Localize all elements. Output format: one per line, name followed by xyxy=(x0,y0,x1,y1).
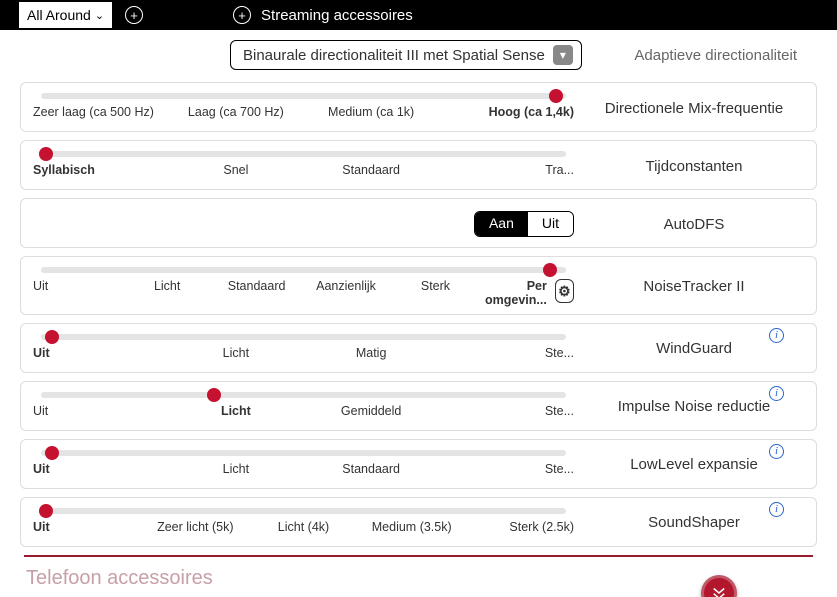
slider-impulse-noise[interactable] xyxy=(41,392,566,398)
row-soundshaper: Uit Zeer licht (5k) Licht (4k) Medium (3… xyxy=(20,497,817,547)
tick-label: Uit xyxy=(33,462,168,476)
streaming-accessories-label: Streaming accessoires xyxy=(261,7,413,24)
tick-label: Licht xyxy=(122,279,211,293)
tick-label: Gemiddeld xyxy=(304,404,439,418)
info-icon[interactable]: i xyxy=(769,386,784,401)
row-title-text: LowLevel expansie xyxy=(630,456,758,473)
slider-lowlevel[interactable] xyxy=(41,450,566,456)
row-title: NoiseTracker II xyxy=(584,265,804,308)
tick-label: Snel xyxy=(168,163,303,177)
slider-thumb[interactable] xyxy=(549,89,563,103)
row-title: WindGuard i xyxy=(584,332,804,366)
autodfs-toggle[interactable]: Aan Uit xyxy=(474,211,574,237)
tick-label: Matig xyxy=(304,346,439,360)
tick-label: Licht xyxy=(168,404,303,418)
slider-thumb[interactable] xyxy=(207,388,221,402)
tick-label: Zeer laag (ca 500 Hz) xyxy=(33,105,168,119)
slider-thumb[interactable] xyxy=(39,504,53,518)
tick-label: Zeer licht (5k) xyxy=(141,520,249,534)
tick-label: Ste... xyxy=(439,346,574,360)
tick-label-text: Per omgevin... xyxy=(480,279,547,308)
chevron-down-icon: ⌄ xyxy=(95,9,104,22)
tick-label: Uit xyxy=(33,404,168,418)
slider-windguard[interactable] xyxy=(41,334,566,340)
row-lowlevel-expansion: Uit Licht Standaard Ste... LowLevel expa… xyxy=(20,439,817,489)
row-time-constants: Syllabisch Snel Standaard Tra... Tijdcon… xyxy=(20,140,817,190)
row-title: SoundShaper i xyxy=(584,506,804,540)
add-program-button-1[interactable]: + xyxy=(125,6,143,24)
row-title-text: Impulse Noise reductie xyxy=(618,398,771,415)
tick-label: Licht xyxy=(168,346,303,360)
row-title: Impulse Noise reductie i xyxy=(584,390,804,424)
tick-label: Ste... xyxy=(439,404,574,418)
directionality-mode-value: Binaurale directionaliteit III met Spati… xyxy=(243,47,545,64)
row-autodfs: Aan Uit AutoDFS xyxy=(20,198,817,248)
add-program-button-2[interactable]: + xyxy=(233,6,251,24)
slider-thumb[interactable] xyxy=(39,147,53,161)
gear-icon: ⚙ xyxy=(558,283,571,299)
top-bar: All Around ⌄ + + Streaming accessoires xyxy=(0,0,837,30)
slider-soundshaper[interactable] xyxy=(41,508,566,514)
directionality-mode-dropdown[interactable]: Binaurale directionaliteit III met Spati… xyxy=(230,40,582,70)
tick-label: Hoog (ca 1,4k) xyxy=(439,105,574,119)
info-icon[interactable]: i xyxy=(769,502,784,517)
tick-label: Standaard xyxy=(212,279,301,293)
tick-label: Syllabisch xyxy=(33,163,168,177)
row-title: LowLevel expansie i xyxy=(584,448,804,482)
tick-label: Uit xyxy=(33,279,122,293)
adaptive-directionality-label: Adaptieve directionaliteit xyxy=(634,47,817,64)
tick-label: Standaard xyxy=(304,163,439,177)
tick-label: Laag (ca 700 Hz) xyxy=(168,105,303,119)
row-title: Tijdconstanten xyxy=(584,149,804,183)
slider-thumb[interactable] xyxy=(543,263,557,277)
toggle-off-label: Uit xyxy=(528,212,573,236)
tick-label: Standaard xyxy=(304,462,439,476)
tick-label: Sterk (2.5k) xyxy=(466,520,574,534)
dropdown-arrow-icon: ▾ xyxy=(553,45,573,65)
tick-label: Tra... xyxy=(439,163,574,177)
row-title: Directionele Mix-frequentie xyxy=(584,91,804,125)
slider-thumb[interactable] xyxy=(45,446,59,460)
tick-label: Ste... xyxy=(439,462,574,476)
tick-label: Medium (3.5k) xyxy=(358,520,466,534)
toggle-on-label: Aan xyxy=(475,212,528,236)
info-icon[interactable]: i xyxy=(769,328,784,343)
tab-all-around[interactable]: All Around ⌄ xyxy=(18,1,113,29)
noisetracker-settings-button[interactable]: ⚙ xyxy=(555,279,574,303)
tick-label: Uit xyxy=(33,520,141,534)
double-chevron-down-icon xyxy=(710,584,728,597)
tick-label: Uit xyxy=(33,346,168,360)
tick-label: Licht (4k) xyxy=(249,520,357,534)
info-icon[interactable]: i xyxy=(769,444,784,459)
row-title: AutoDFS xyxy=(584,207,804,241)
tick-label: Medium (ca 1k) xyxy=(304,105,439,119)
row-impulse-noise: Uit Licht Gemiddeld Ste... Impulse Noise… xyxy=(20,381,817,431)
slider-mix-frequency[interactable] xyxy=(41,93,566,99)
slider-thumb[interactable] xyxy=(45,330,59,344)
slider-noisetracker[interactable] xyxy=(41,267,566,273)
tick-label: Aanzienlijk xyxy=(301,279,390,293)
row-mix-frequency: Zeer laag (ca 500 Hz) Laag (ca 700 Hz) M… xyxy=(20,82,817,132)
section-phone-accessories-title: Telefoon accessoires xyxy=(20,557,817,590)
tick-label: Per omgevin... ⚙ xyxy=(480,279,574,308)
tick-label: Licht xyxy=(168,462,303,476)
directionality-header-row: Binaurale directionaliteit III met Spati… xyxy=(20,40,817,70)
tick-label: Sterk xyxy=(391,279,480,293)
slider-time-constants[interactable] xyxy=(41,151,566,157)
tab-all-around-label: All Around xyxy=(27,7,91,23)
row-title-text: WindGuard xyxy=(656,340,732,357)
row-noisetracker: Uit Licht Standaard Aanzienlijk Sterk Pe… xyxy=(20,256,817,315)
row-windguard: Uit Licht Matig Ste... WindGuard i xyxy=(20,323,817,373)
row-title-text: SoundShaper xyxy=(648,514,740,531)
